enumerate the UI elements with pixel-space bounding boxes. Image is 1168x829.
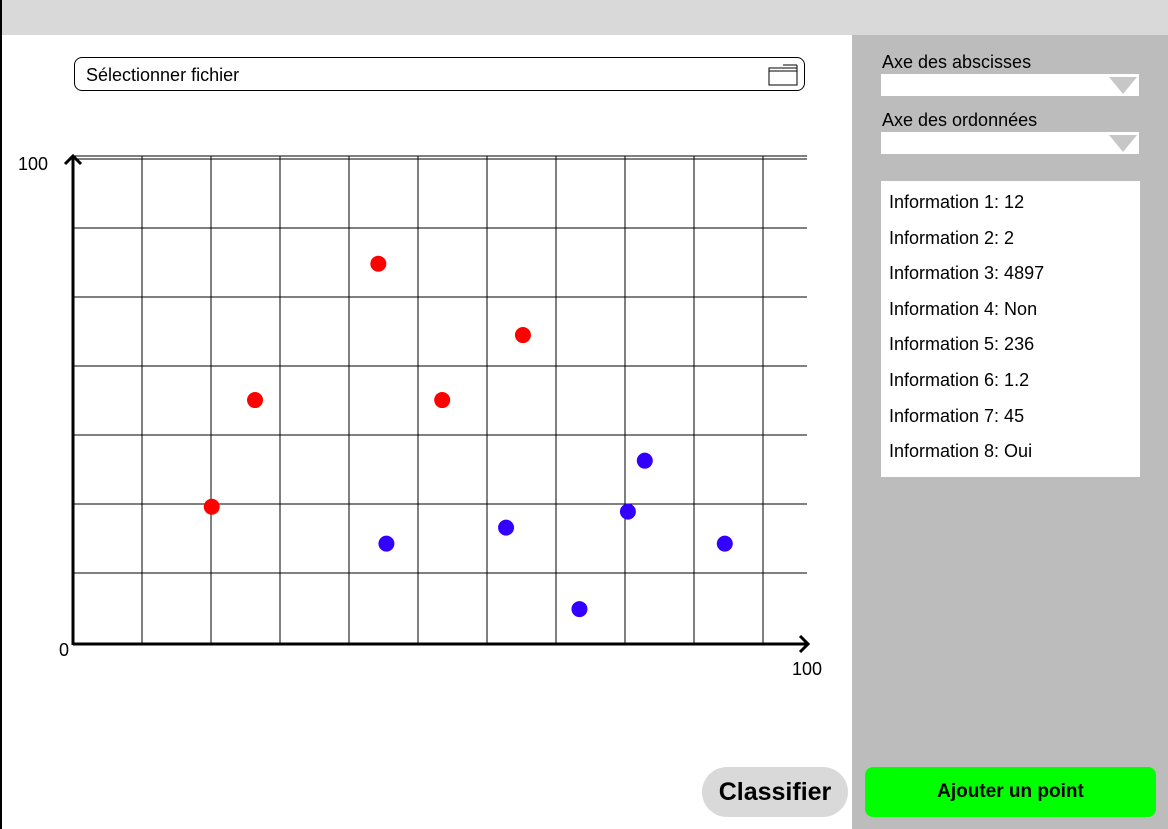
info-item: Information 1: 12: [889, 192, 1025, 212]
y-axis-select-label: Axe des ordonnées: [882, 110, 1038, 130]
data-point[interactable]: [716, 535, 733, 552]
data-point[interactable]: [636, 452, 653, 469]
info-item: Information 6: 1.2: [889, 369, 1030, 390]
info-item: Information 4: Non: [889, 298, 1038, 319]
file-selector[interactable]: Sélectionner fichier: [74, 57, 805, 91]
scatter-chart[interactable]: 100 0 100: [0, 140, 840, 700]
chart-points: [203, 255, 733, 618]
info-panel: Information 1: 12 Information 2: 2 Infor…: [881, 181, 1140, 477]
data-point[interactable]: [498, 519, 515, 536]
file-selector-label: Sélectionner fichier: [86, 65, 240, 85]
data-point[interactable]: [247, 392, 264, 409]
data-point[interactable]: [434, 392, 451, 409]
dropdown-arrow-icon[interactable]: [1109, 135, 1137, 152]
x-axis-select-label: Axe des abscisses: [882, 52, 1032, 72]
data-point[interactable]: [619, 503, 636, 520]
add-point-button[interactable]: Ajouter un point: [865, 767, 1156, 817]
y-tick-label-max: 100: [18, 154, 48, 174]
data-point[interactable]: [378, 535, 395, 552]
data-point[interactable]: [203, 498, 220, 515]
dropdown-arrow-icon[interactable]: [1109, 77, 1137, 94]
y-tick-label-min: 0: [59, 640, 69, 660]
y-axis-select[interactable]: [881, 132, 1139, 154]
data-point[interactable]: [514, 327, 531, 344]
classify-button[interactable]: Classifier: [702, 767, 848, 817]
data-point[interactable]: [370, 255, 387, 272]
x-axis-select[interactable]: [881, 74, 1139, 96]
info-item: Information 3: 4897: [889, 263, 1045, 284]
info-item: Information 2: 2: [889, 227, 1015, 248]
data-point[interactable]: [571, 601, 588, 618]
x-tick-label-max: 100: [792, 659, 822, 679]
info-item: Information 7: 45: [889, 405, 1025, 426]
top-bar: [0, 0, 1168, 35]
info-item: Information 8: Oui: [889, 441, 1033, 462]
folder-icon[interactable]: [768, 64, 798, 86]
info-item: Information 5: 236: [889, 334, 1035, 355]
